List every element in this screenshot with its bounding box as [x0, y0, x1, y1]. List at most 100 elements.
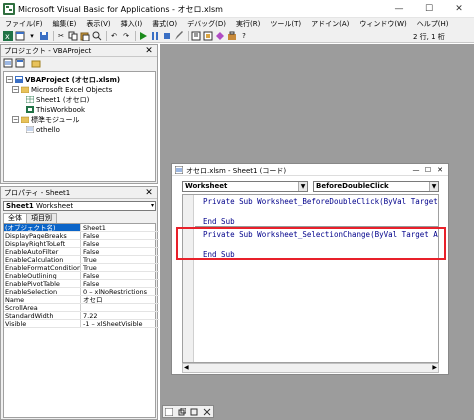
- copy-icon[interactable]: [68, 31, 78, 41]
- horizontal-scrollbar[interactable]: ◀ ▶: [182, 363, 439, 373]
- insert-userform-icon[interactable]: [15, 31, 25, 41]
- maximize-icon[interactable]: [190, 408, 198, 416]
- menu-tools[interactable]: ツール(T): [265, 19, 306, 29]
- code-maximize-button[interactable]: ☐: [422, 166, 434, 174]
- code-editor[interactable]: Private Sub Worksheet_BeforeDoubleClick(…: [182, 194, 439, 363]
- property-row[interactable]: EnableAutoFilter False: [4, 248, 159, 256]
- procedure-combo-value: BeforeDoubleClick: [316, 182, 389, 190]
- property-row[interactable]: EnableCalculation True: [4, 256, 159, 264]
- minimized-window[interactable]: [162, 405, 214, 418]
- dropdown-arrow-icon[interactable]: ▾: [27, 31, 37, 41]
- object-selector[interactable]: Sheet1 Worksheet ▾: [3, 201, 156, 211]
- property-name: (オブジェクト名): [4, 224, 81, 231]
- property-value[interactable]: False: [81, 272, 159, 279]
- menu-window[interactable]: ウィンドウ(W): [354, 19, 411, 29]
- toggle-folders-icon[interactable]: [31, 58, 41, 68]
- tree-node-othello[interactable]: othello: [26, 125, 60, 134]
- property-value[interactable]: True: [81, 256, 159, 263]
- collapse-icon[interactable]: −: [12, 86, 19, 93]
- object-combo[interactable]: Worksheet ▼: [182, 181, 308, 192]
- tree-node-thisworkbook[interactable]: ThisWorkbook: [26, 105, 85, 114]
- run-icon[interactable]: [138, 31, 148, 41]
- project-explorer-icon[interactable]: [191, 31, 201, 41]
- menu-file[interactable]: ファイル(F): [0, 19, 48, 29]
- save-icon[interactable]: [39, 31, 49, 41]
- menu-edit[interactable]: 編集(E): [48, 19, 82, 29]
- object-browser-icon[interactable]: [215, 31, 225, 41]
- chevron-down-icon[interactable]: ▼: [429, 182, 438, 191]
- code-line[interactable]: Private Sub Worksheet_BeforeDoubleClick(…: [203, 197, 438, 206]
- break-icon[interactable]: [150, 31, 160, 41]
- property-row[interactable]: EnableSelection 0 – xlNoRestrictions: [4, 288, 159, 296]
- scroll-left-icon[interactable]: ◀: [184, 364, 189, 372]
- menu-run[interactable]: 実行(R): [231, 19, 265, 29]
- property-row[interactable]: EnablePivotTable False: [4, 280, 159, 288]
- close-icon[interactable]: [203, 408, 211, 416]
- tab-alphabetic[interactable]: 全体: [3, 213, 27, 223]
- property-value[interactable]: False: [81, 240, 159, 247]
- excel-view-icon[interactable]: x: [3, 31, 13, 41]
- code-close-button[interactable]: ✕: [434, 166, 446, 174]
- minimize-button[interactable]: —: [384, 0, 414, 18]
- close-button[interactable]: ✕: [444, 0, 474, 18]
- scroll-right-icon[interactable]: ▶: [432, 364, 437, 372]
- property-row[interactable]: ScrollArea: [4, 304, 159, 312]
- property-row[interactable]: DisplayRightToLeft False: [4, 240, 159, 248]
- view-code-icon[interactable]: [3, 58, 13, 68]
- undo-icon[interactable]: ↶: [109, 31, 119, 41]
- menu-help[interactable]: ヘルプ(H): [412, 19, 454, 29]
- maximize-button[interactable]: ☐: [414, 0, 444, 18]
- property-value[interactable]: False: [81, 232, 159, 239]
- cut-icon[interactable]: ✂: [56, 31, 66, 41]
- tree-node-sheet1[interactable]: Sheet1 (オセロ): [26, 95, 89, 104]
- property-row[interactable]: Name オセロ: [4, 296, 159, 304]
- tab-categorized[interactable]: 項目別: [27, 213, 57, 223]
- tree-node-excel-objects[interactable]: − Microsoft Excel Objects: [12, 85, 112, 94]
- reset-icon[interactable]: [162, 31, 172, 41]
- design-mode-icon[interactable]: [174, 31, 184, 41]
- property-row[interactable]: EnableFormatConditionsCa True: [4, 264, 159, 272]
- code-minimize-button[interactable]: —: [410, 166, 422, 174]
- svg-text:x: x: [5, 32, 10, 41]
- tree-node-vbaproject[interactable]: − VBAProject (オセロ.xlsm): [6, 75, 120, 84]
- property-row[interactable]: (オブジェクト名) Sheet1: [4, 224, 159, 232]
- property-row[interactable]: StandardWidth 7.22: [4, 312, 159, 320]
- property-row[interactable]: EnableOutlining False: [4, 272, 159, 280]
- property-value[interactable]: -1 – xlSheetVisible: [81, 320, 159, 327]
- code-line[interactable]: End Sub: [203, 217, 235, 226]
- property-value[interactable]: オセロ: [81, 296, 159, 303]
- collapse-icon[interactable]: −: [6, 76, 13, 83]
- margin-indicator-bar[interactable]: [183, 195, 194, 362]
- property-value[interactable]: True: [81, 264, 159, 271]
- menu-view[interactable]: 表示(V): [81, 19, 115, 29]
- find-icon[interactable]: [92, 31, 102, 41]
- property-value[interactable]: [81, 304, 159, 311]
- properties-panel-close-button[interactable]: ✕: [144, 188, 154, 198]
- procedure-combo[interactable]: BeforeDoubleClick ▼: [313, 181, 439, 192]
- menu-format[interactable]: 書式(O): [147, 19, 182, 29]
- property-value[interactable]: False: [81, 280, 159, 287]
- view-object-icon[interactable]: [15, 58, 25, 68]
- property-name: EnableCalculation: [4, 256, 81, 263]
- help-icon[interactable]: ?: [239, 31, 249, 41]
- restore-icon[interactable]: [178, 407, 186, 416]
- property-value[interactable]: False: [81, 248, 159, 255]
- paste-icon[interactable]: [80, 31, 90, 41]
- property-value[interactable]: 7.22: [81, 312, 159, 319]
- properties-window-icon[interactable]: [203, 31, 213, 41]
- property-row[interactable]: DisplayPageBreaks False: [4, 232, 159, 240]
- chevron-down-icon[interactable]: ▼: [298, 182, 307, 191]
- project-panel-close-button[interactable]: ✕: [144, 46, 154, 56]
- redo-icon[interactable]: ↷: [121, 31, 131, 41]
- toolbox-icon[interactable]: [227, 31, 237, 41]
- project-explorer-panel: プロジェクト - VBAProject ✕ − VBAProject (オセロ.…: [0, 44, 158, 184]
- property-row[interactable]: Visible -1 – xlSheetVisible: [4, 320, 159, 328]
- tree-node-modules[interactable]: − 標準モジュール: [12, 115, 80, 124]
- menu-addins[interactable]: アドイン(A): [306, 19, 354, 29]
- chevron-down-icon[interactable]: ▾: [151, 202, 154, 210]
- collapse-icon[interactable]: −: [12, 116, 19, 123]
- property-value[interactable]: 0 – xlNoRestrictions: [81, 288, 159, 295]
- menu-insert[interactable]: 挿入(I): [116, 19, 148, 29]
- menu-debug[interactable]: デバッグ(D): [182, 19, 231, 29]
- property-value[interactable]: Sheet1: [81, 224, 159, 231]
